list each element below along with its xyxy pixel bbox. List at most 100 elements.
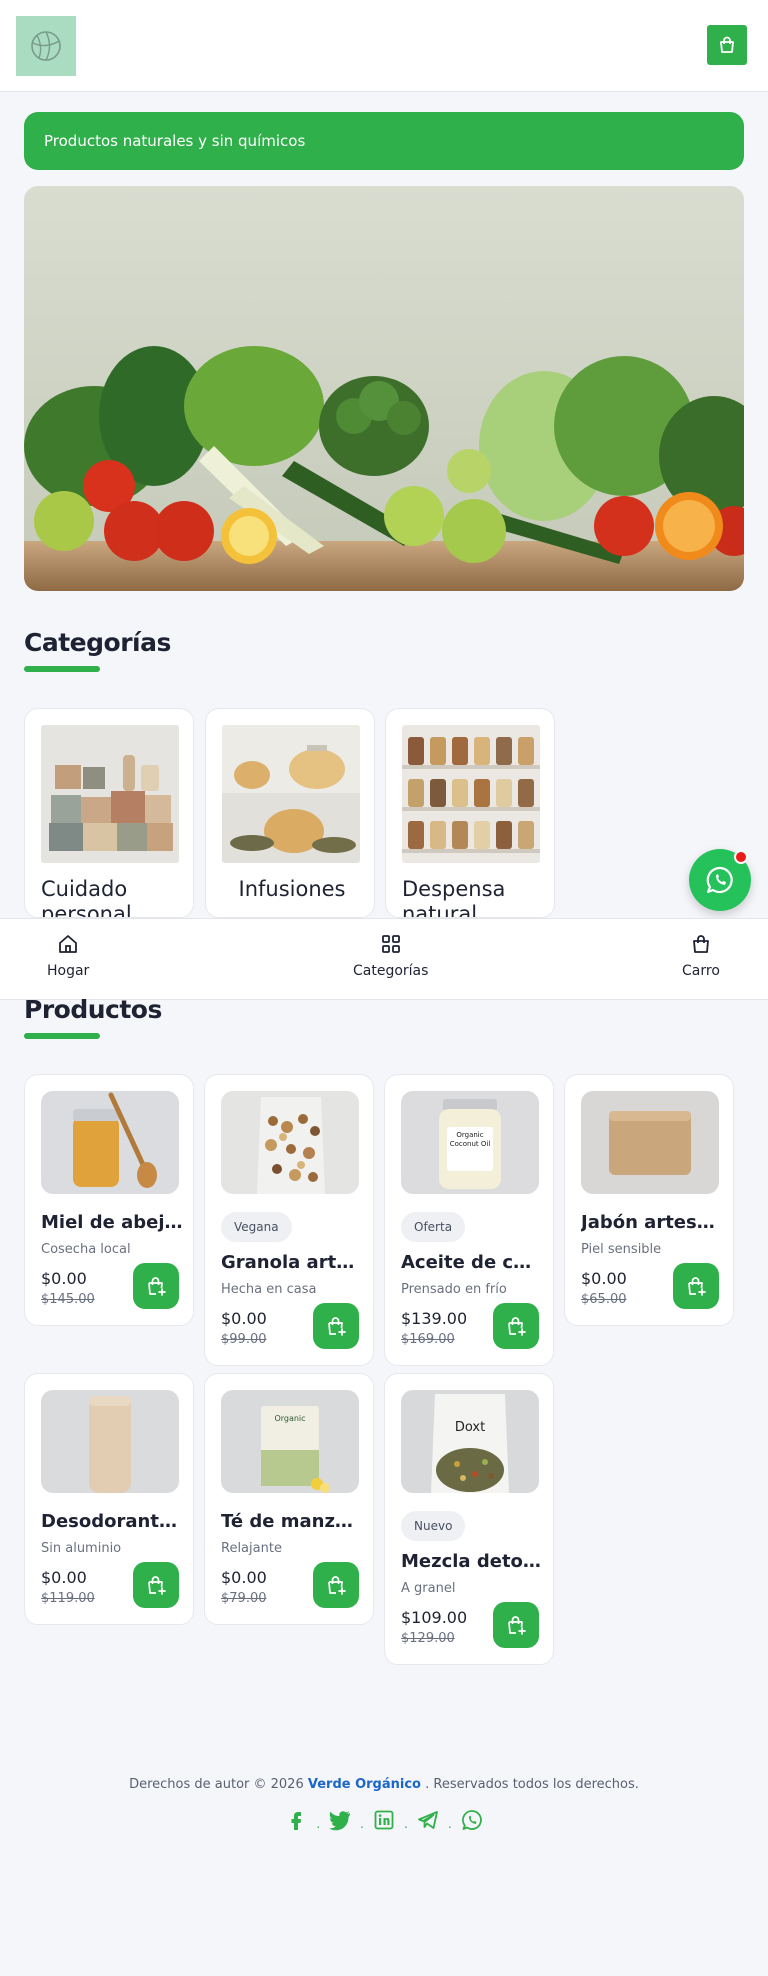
products-title: Productos: [24, 995, 162, 1024]
whatsapp-icon: [706, 866, 733, 894]
product-image-chamomile-tea: Organic: [221, 1390, 359, 1493]
separator-dot: .: [447, 1817, 452, 1831]
nav-cart[interactable]: Carro: [682, 933, 720, 979]
footer-prefix: Derechos de autor © 2026: [129, 1777, 308, 1792]
product-name: Aceite de coc...: [401, 1252, 543, 1273]
footer-brand-link[interactable]: Verde Orgánico: [308, 1777, 421, 1792]
categories-title-underline: [24, 666, 100, 672]
bottom-navigation: Hogar Categorías Carro: [0, 918, 768, 1000]
nav-home[interactable]: Hogar: [47, 933, 89, 979]
shopping-bag-icon: [720, 36, 734, 53]
footer-suffix: . Reservados todos los derechos.: [420, 1777, 639, 1792]
facebook-icon[interactable]: [282, 1806, 310, 1834]
add-to-cart-button[interactable]: [313, 1562, 359, 1608]
product-price: $139.00: [401, 1309, 468, 1328]
add-to-cart-button[interactable]: [493, 1602, 539, 1648]
product-name: Jabón artesa...: [581, 1212, 723, 1233]
product-image-detox-mix: Doxt: [401, 1390, 539, 1493]
product-image-deodorant: [41, 1390, 179, 1493]
product-subtitle: Prensado en frío: [401, 1282, 507, 1297]
category-card-personal-care[interactable]: Cuidado personal: [24, 708, 194, 918]
linkedin-icon[interactable]: [370, 1806, 398, 1834]
categories-title: Categorías: [24, 628, 171, 657]
product-image-soap: [581, 1091, 719, 1194]
product-badge: Vegana: [221, 1212, 292, 1242]
nav-categories-label: Categorías: [353, 963, 429, 979]
bag-plus-icon: [328, 1317, 346, 1336]
product-subtitle: A granel: [401, 1581, 456, 1596]
product-old-price: $79.00: [221, 1591, 267, 1606]
product-image-honey: [41, 1091, 179, 1194]
category-card-infusions[interactable]: Infusiones: [205, 708, 375, 918]
product-price: $109.00: [401, 1608, 468, 1627]
add-to-cart-button[interactable]: [133, 1263, 179, 1309]
social-links: . . . .: [0, 1806, 768, 1834]
product-card[interactable]: Jabón artesa... Piel sensible $0.00 $65.…: [564, 1074, 734, 1326]
footer-copyright: Derechos de autor © 2026 Verde Orgánico …: [0, 1777, 768, 1792]
product-price: $0.00: [41, 1269, 87, 1288]
product-image-granola: [221, 1091, 359, 1194]
nav-cart-label: Carro: [682, 963, 720, 979]
basketball-logo-icon: [31, 31, 61, 61]
twitter-icon[interactable]: [326, 1806, 354, 1834]
product-name: Granola artes...: [221, 1252, 363, 1273]
header-cart-button[interactable]: [707, 25, 747, 65]
product-name: Desodorante ...: [41, 1511, 183, 1532]
product-name: Mezcla detox ...: [401, 1551, 543, 1572]
bag-plus-icon: [328, 1576, 346, 1595]
product-card[interactable]: Miel de abeja ... Cosecha local $0.00 $1…: [24, 1074, 194, 1326]
add-to-cart-button[interactable]: [313, 1303, 359, 1349]
product-card[interactable]: Vegana Granola artes... Hecha en casa $0…: [204, 1074, 374, 1366]
promo-banner: Productos naturales y sin químicos: [24, 112, 744, 170]
bag-plus-icon: [508, 1616, 526, 1635]
category-label: Infusiones: [238, 877, 346, 901]
product-old-price: $65.00: [581, 1292, 627, 1307]
product-subtitle: Relajante: [221, 1541, 282, 1556]
add-to-cart-button[interactable]: [673, 1263, 719, 1309]
product-badge: Nuevo: [401, 1511, 466, 1541]
product-card[interactable]: Organic Coconut Oil Oferta Aceite de coc…: [384, 1074, 554, 1366]
bag-plus-icon: [148, 1277, 166, 1296]
top-header: [0, 0, 768, 92]
product-name: Té de manzani...: [221, 1511, 363, 1532]
product-old-price: $129.00: [401, 1631, 455, 1646]
add-to-cart-button[interactable]: [133, 1562, 179, 1608]
whatsapp-icon[interactable]: [458, 1806, 486, 1834]
category-card-pantry[interactable]: Despensa natural: [385, 708, 555, 918]
product-old-price: $145.00: [41, 1292, 95, 1307]
category-image-jars: [402, 725, 540, 863]
category-label: Cuidado personal: [41, 877, 132, 918]
category-image-soaps: [41, 725, 179, 863]
nav-categories[interactable]: Categorías: [353, 933, 428, 979]
product-badge: Oferta: [401, 1212, 466, 1242]
store-logo[interactable]: [16, 16, 76, 76]
bag-plus-icon: [688, 1277, 706, 1296]
telegram-icon[interactable]: [414, 1806, 442, 1834]
category-image-teapots: [222, 725, 360, 863]
product-card[interactable]: Organic Té de manzani... Relajante $0.00…: [204, 1373, 374, 1625]
product-card[interactable]: Desodorante ... Sin aluminio $0.00 $119.…: [24, 1373, 194, 1625]
product-subtitle: Sin aluminio: [41, 1541, 122, 1556]
shopping-bag-icon: [693, 935, 709, 953]
notification-dot: [734, 850, 748, 864]
add-to-cart-button[interactable]: [493, 1303, 539, 1349]
product-subtitle: Piel sensible: [581, 1242, 662, 1257]
product-subtitle: Cosecha local: [41, 1242, 131, 1257]
product-price: $0.00: [41, 1568, 87, 1587]
product-subtitle: Hecha en casa: [221, 1282, 317, 1297]
tea-box-label: Organic: [274, 1414, 306, 1423]
product-image-coconut-oil: Organic Coconut Oil: [401, 1091, 539, 1194]
product-price: $0.00: [581, 1269, 627, 1288]
product-card[interactable]: Doxt Nuevo Mezcla detox ... A granel $10…: [384, 1373, 554, 1665]
home-icon: [59, 935, 78, 953]
product-old-price: $169.00: [401, 1332, 455, 1347]
product-name: Miel de abeja ...: [41, 1212, 183, 1233]
products-title-underline: [24, 1033, 100, 1039]
category-label: Despensa natural: [402, 877, 506, 918]
product-old-price: $99.00: [221, 1332, 267, 1347]
separator-dot: .: [404, 1817, 408, 1831]
promo-banner-text: Productos naturales y sin químicos: [44, 132, 306, 150]
product-price: $0.00: [221, 1309, 267, 1328]
product-old-price: $119.00: [41, 1591, 95, 1606]
nav-home-label: Hogar: [47, 963, 90, 979]
